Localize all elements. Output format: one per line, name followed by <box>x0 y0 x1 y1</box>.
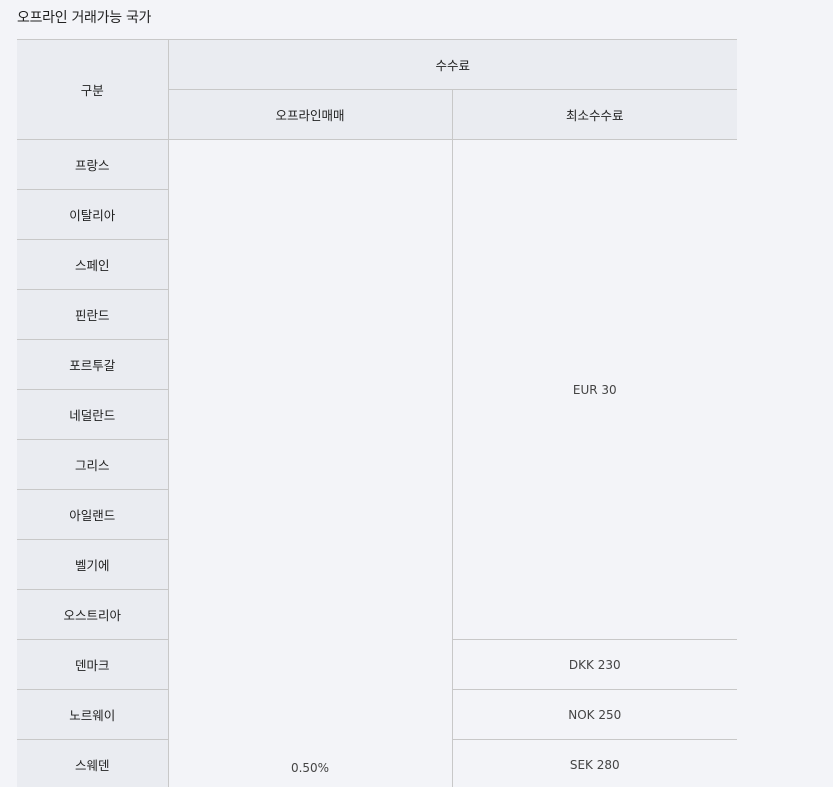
header-fees: 수수료 <box>167 39 738 90</box>
section-title: 오프라인 거래가능 국가 <box>17 10 152 26</box>
country-finland: 핀란드 <box>17 289 168 340</box>
table-row: 프랑스 0.50% EUR 30 <box>17 139 738 787</box>
country-norway: 노르웨이 <box>17 689 169 740</box>
country-netherlands: 네덜란드 <box>17 389 168 440</box>
country-greece: 그리스 <box>17 439 168 490</box>
header-offline-trading: 오프라인매매 <box>168 89 453 140</box>
min-fee-eur: EUR 30 <box>451 139 738 640</box>
country-belgium: 벨기에 <box>17 539 168 590</box>
country-france: 프랑스 <box>17 139 169 190</box>
country-spain: 스페인 <box>17 239 168 290</box>
country-ireland: 아일랜드 <box>17 489 168 540</box>
min-fee-sek: SEK 280 <box>451 739 738 787</box>
country-austria: 오스트리아 <box>17 589 168 640</box>
country-italy: 이탈리아 <box>17 189 168 240</box>
page: 오프라인 거래가능 국가 구분 수수료 오프라인매매 최소수수료 프랑스 0.5… <box>0 0 833 787</box>
table-body: 프랑스 0.50% EUR 30 이탈리아 스페인 핀란드 포르투갈 네덜란드 … <box>17 139 738 787</box>
country-portugal: 포르투갈 <box>17 339 168 390</box>
min-fee-nok: NOK 250 <box>451 689 738 740</box>
country-sweden: 스웨덴 <box>17 739 169 787</box>
fee-table: 구분 수수료 오프라인매매 최소수수료 프랑스 0.50% EUR 30 이탈리… <box>17 39 738 787</box>
header-minimum-fee: 최소수수료 <box>451 89 738 140</box>
offline-rate-cell: 0.50% <box>167 139 453 787</box>
country-denmark: 덴마크 <box>17 639 169 690</box>
header-category: 구분 <box>17 39 169 140</box>
min-fee-dkk: DKK 230 <box>451 639 738 690</box>
table-header: 구분 수수료 오프라인매매 최소수수료 <box>17 39 738 140</box>
